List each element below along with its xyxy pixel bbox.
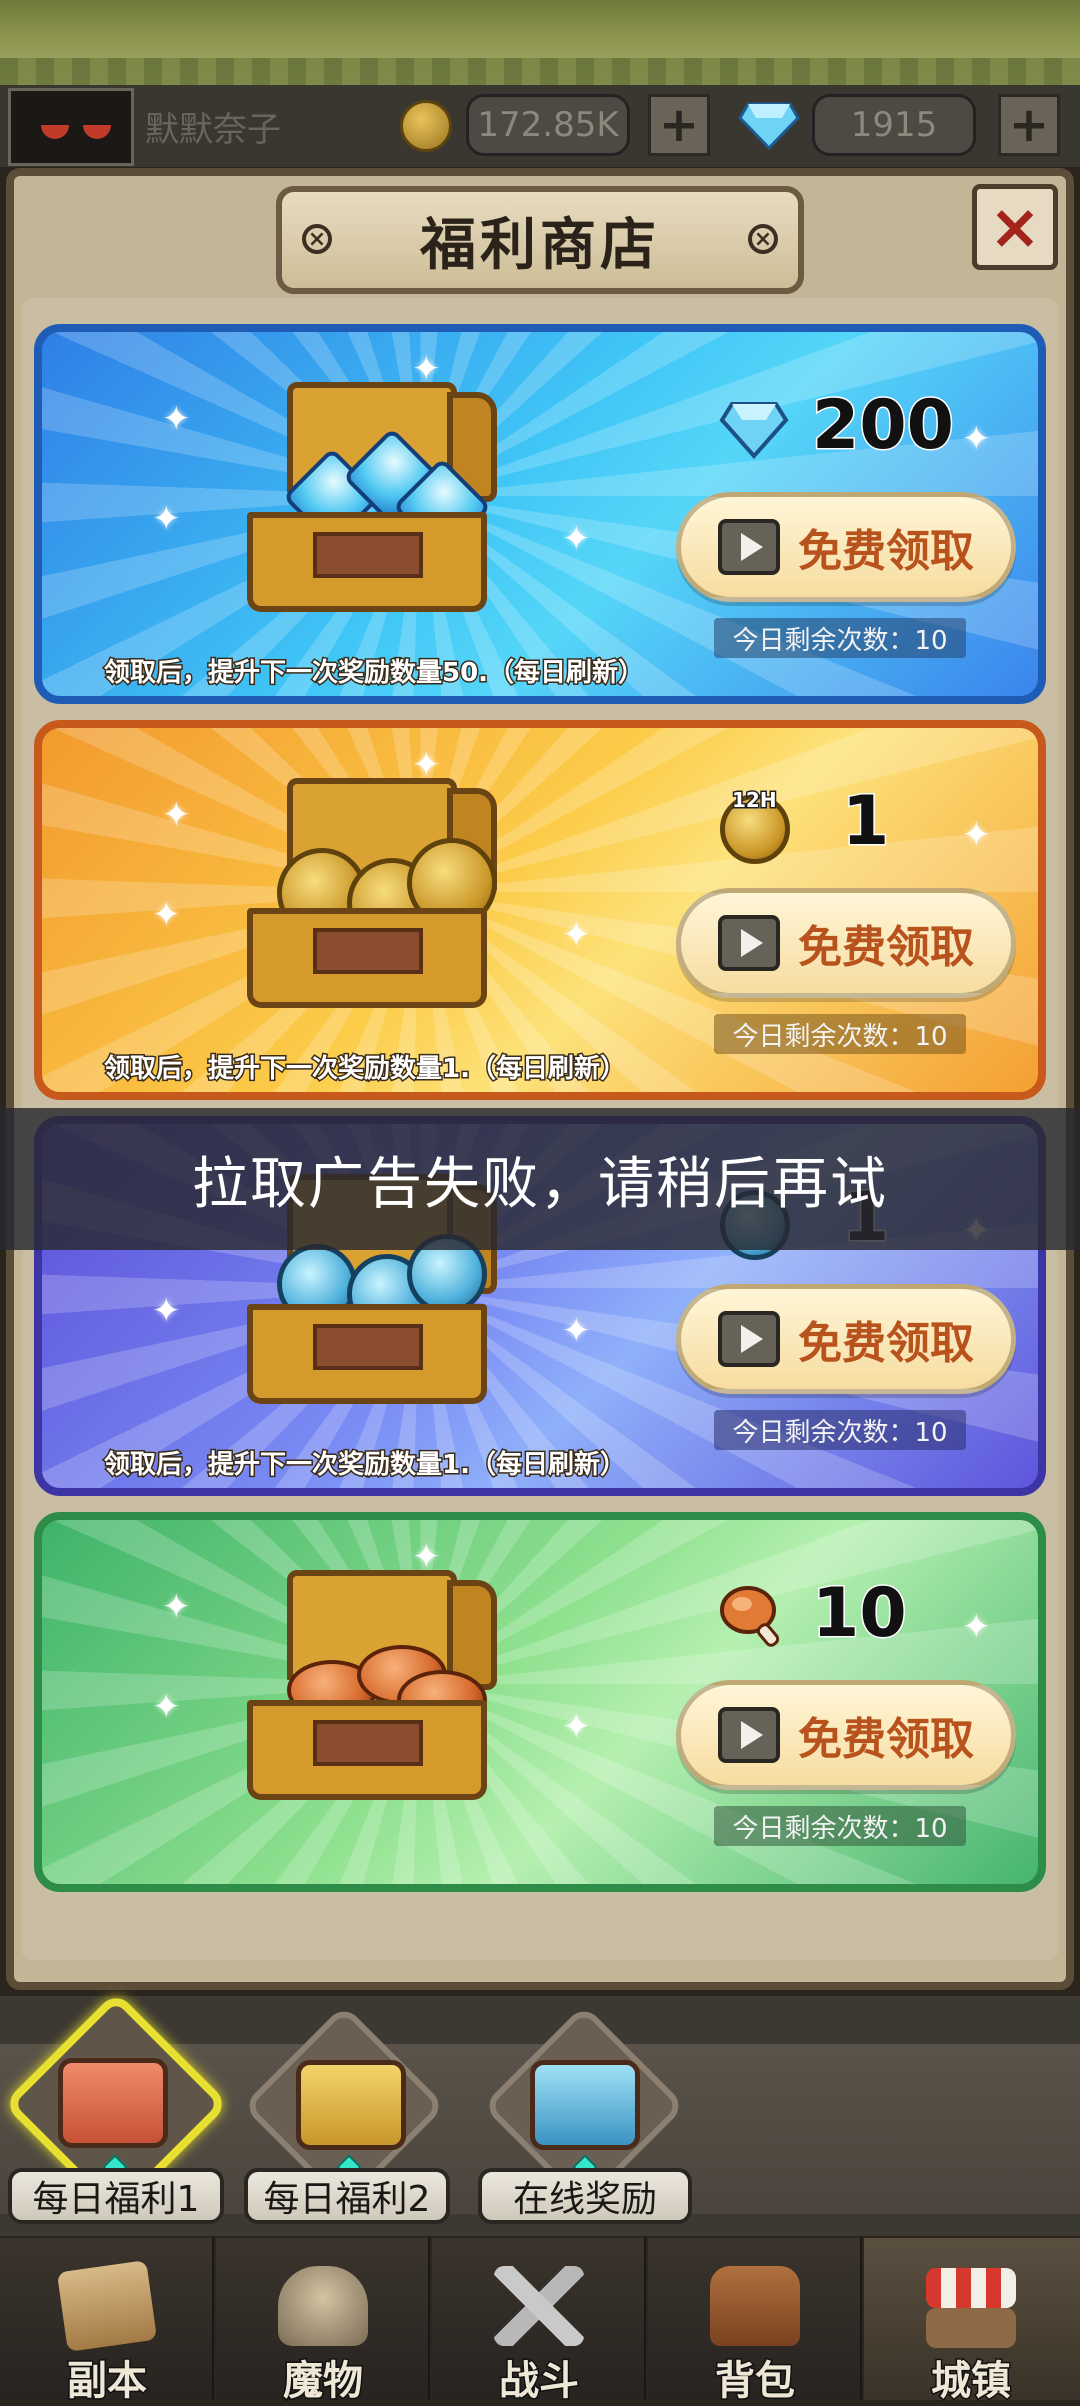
diamond-icon xyxy=(719,402,789,460)
free-claim-button[interactable]: 免费领取 xyxy=(676,888,1016,998)
close-button[interactable]: × xyxy=(972,184,1058,270)
add-gems-button[interactable]: + xyxy=(998,94,1060,156)
town-shop-icon xyxy=(926,2268,1016,2308)
sparkle-icon: ✦ xyxy=(562,1311,591,1351)
nav-battle[interactable]: 战斗 xyxy=(432,2238,646,2406)
nav-bag[interactable]: 背包 xyxy=(648,2238,862,2406)
toast-message: 拉取广告失败，请稍后再试 xyxy=(0,1108,1080,1250)
nav-monster-label: 魔物 xyxy=(282,2357,365,2406)
reward-amount: 200 xyxy=(811,385,956,467)
reward-description: 领取后，提升下一次奖励数量1.（每日刷新） xyxy=(103,1449,628,1482)
sparkle-icon: ✦ xyxy=(412,349,441,389)
reward-card-meat: ✦ ✦ ✦ ✦ ✦ 10 免费领取 今日剩余次数：10 xyxy=(34,1512,1046,1892)
tab-daily-welfare-2[interactable]: 每日福利2 xyxy=(244,2168,450,2224)
crossed-swords-icon xyxy=(494,2266,584,2346)
sparkle-icon: ✦ xyxy=(162,399,191,439)
sparkle-icon: ✦ xyxy=(562,519,591,559)
free-claim-button[interactable]: 免费领取 xyxy=(676,492,1016,602)
map-scroll-icon xyxy=(56,2260,158,2352)
tab-daily-welfare-1[interactable]: 每日福利1 xyxy=(8,2168,224,2224)
sparkle-icon: ✦ xyxy=(162,1587,191,1627)
diamond-icon xyxy=(738,102,800,150)
remaining-count: 今日剩余次数：10 xyxy=(714,1806,966,1846)
claim-label: 免费领取 xyxy=(798,1318,974,1369)
treasure-chest-icon xyxy=(247,382,507,612)
reward-amount: 10 xyxy=(811,1573,909,1655)
nav-town-label: 城镇 xyxy=(930,2357,1013,2406)
remaining-count: 今日剩余次数：10 xyxy=(714,618,966,658)
free-claim-button[interactable]: 免费领取 xyxy=(676,1284,1016,1394)
player-avatar[interactable] xyxy=(8,88,134,166)
sparkle-icon: ✦ xyxy=(152,895,181,935)
play-video-icon xyxy=(718,1707,780,1763)
sparkle-icon: ✦ xyxy=(152,1687,181,1727)
sparkle-icon: ✦ xyxy=(412,1537,441,1577)
add-gold-button[interactable]: + xyxy=(648,94,710,156)
avatar-eye xyxy=(83,125,111,139)
gold-coin-icon xyxy=(400,100,452,152)
nav-monster[interactable]: 魔物 xyxy=(216,2238,430,2406)
blue-chest-icon xyxy=(530,2060,640,2150)
town-shop-body xyxy=(926,2308,1016,2348)
gold-amount: 172.85K xyxy=(466,94,630,156)
play-video-icon xyxy=(718,519,780,575)
red-chest-icon xyxy=(58,2058,168,2148)
sparkle-icon: ✦ xyxy=(152,1291,181,1331)
nav-bag-label: 背包 xyxy=(714,2357,797,2406)
sparkle-icon: ✦ xyxy=(412,745,441,785)
sparkle-icon: ✦ xyxy=(962,815,991,855)
nav-battle-label: 战斗 xyxy=(498,2357,581,2406)
reward-description: 领取后，提升下一次奖励数量50.（每日刷新） xyxy=(102,657,645,690)
screw-icon: × xyxy=(302,224,332,254)
player-name: 默默奈子 xyxy=(145,110,281,150)
screw-icon: × xyxy=(748,224,778,254)
gem-amount: 1915 xyxy=(812,94,976,156)
claim-label: 免费领取 xyxy=(798,526,974,577)
avatar-eye xyxy=(41,125,69,139)
backpack-icon xyxy=(710,2266,800,2346)
toast-text: 拉取广告失败，请稍后再试 xyxy=(192,1151,888,1217)
monster-helmet-icon xyxy=(278,2266,368,2346)
play-video-icon xyxy=(718,915,780,971)
sparkle-icon: ✦ xyxy=(152,499,181,539)
reward-card-gold: ✦ ✦ ✦ ✦ ✦ 12H 1 免费领取 今日剩余次数：10 领取后，提升下一次… xyxy=(34,720,1046,1100)
reward-card-diamonds: ✦ ✦ ✦ ✦ ✦ 200 免费领取 今日剩余次数：10 领取后，提升下一次奖励… xyxy=(34,324,1046,704)
sparkle-icon: ✦ xyxy=(162,795,191,835)
sparkle-icon: ✦ xyxy=(562,1707,591,1747)
sparkle-icon: ✦ xyxy=(962,1607,991,1647)
sparkle-icon: ✦ xyxy=(562,915,591,955)
treasure-chest-icon xyxy=(247,1570,507,1800)
free-claim-button[interactable]: 免费领取 xyxy=(676,1680,1016,1790)
nav-town[interactable]: 城镇 xyxy=(864,2238,1080,2406)
nav-dungeon-label: 副本 xyxy=(66,2357,149,2406)
tab-online-reward[interactable]: 在线奖励 xyxy=(478,2168,692,2224)
remaining-count: 今日剩余次数：10 xyxy=(714,1014,966,1054)
play-video-icon xyxy=(718,1311,780,1367)
coin-badge: 12H xyxy=(731,787,779,814)
dialog-title: 福利商店 xyxy=(420,212,660,278)
grass-decoration xyxy=(0,58,1080,85)
claim-label: 免费领取 xyxy=(798,922,974,973)
nav-dungeon[interactable]: 副本 xyxy=(0,2238,214,2406)
title-plate: 福利商店 xyxy=(276,186,804,294)
meat-drumstick-icon xyxy=(720,1586,780,1647)
world-background xyxy=(0,0,1080,85)
claim-label: 免费领取 xyxy=(798,1714,974,1765)
treasure-chest-icon xyxy=(247,778,507,1008)
remaining-count: 今日剩余次数：10 xyxy=(714,1410,966,1450)
gold-coin-12h-icon: 12H xyxy=(718,787,790,864)
sparkle-icon: ✦ xyxy=(962,419,991,459)
gold-chest-icon xyxy=(296,2060,406,2150)
reward-amount: 1 xyxy=(840,781,890,863)
reward-description: 领取后，提升下一次奖励数量1.（每日刷新） xyxy=(103,1053,628,1086)
